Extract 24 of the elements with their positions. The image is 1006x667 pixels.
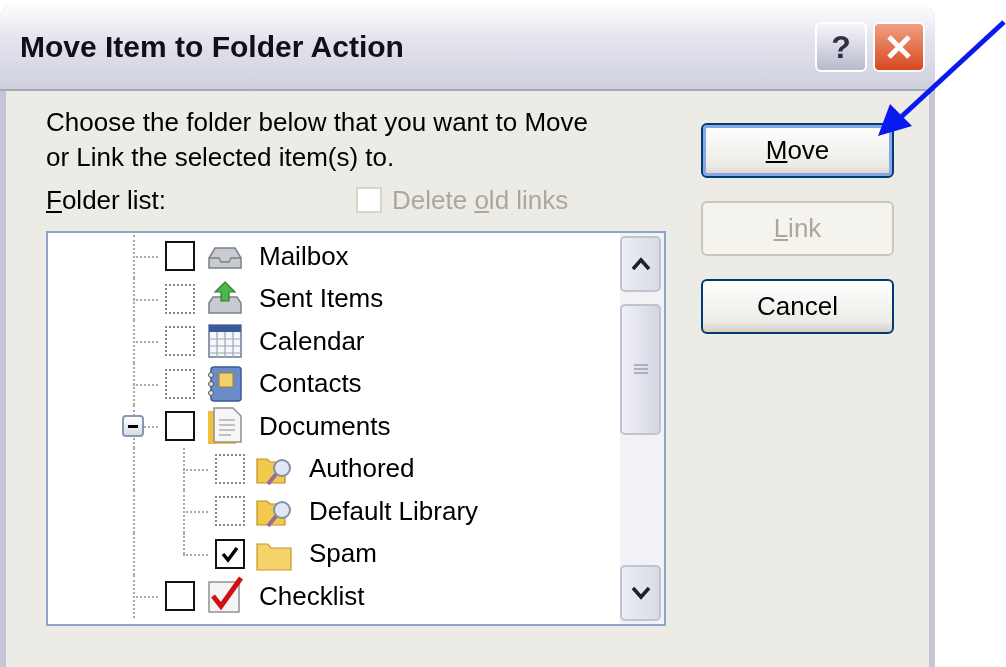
help-button[interactable]: ? — [815, 22, 867, 72]
folder-name[interactable]: Spam — [309, 538, 377, 570]
dialog-button[interactable]: Cancel — [701, 279, 894, 334]
close-button[interactable] — [873, 22, 925, 72]
folder-list-label: Folder list: — [46, 184, 167, 216]
scroll-thumb[interactable] — [620, 304, 661, 435]
checkbox[interactable] — [165, 411, 195, 442]
scrollbar[interactable] — [620, 233, 664, 624]
scroll-up-button[interactable] — [620, 236, 661, 292]
checkbox[interactable] — [165, 241, 195, 272]
folder-name[interactable]: Mailbox — [259, 240, 349, 272]
collapse-toggle[interactable] — [122, 415, 144, 438]
folder-name[interactable]: Checklist — [259, 580, 365, 612]
instruction-text: Choose the folder below that you want to Move or Link the selected item(s) to. — [46, 106, 589, 174]
checkbox[interactable] — [215, 538, 245, 569]
document-icon — [205, 406, 245, 447]
address-book-icon — [205, 363, 245, 404]
dialog-button[interactable]: Move — [701, 123, 894, 178]
down-caret-icon — [630, 586, 651, 600]
folder-name[interactable]: Documents — [259, 410, 391, 442]
checkbox[interactable] — [165, 581, 195, 612]
window-title: Move Item to Folder Action — [20, 30, 405, 64]
scroll-down-button[interactable] — [620, 565, 661, 621]
up-caret-icon — [630, 257, 651, 271]
